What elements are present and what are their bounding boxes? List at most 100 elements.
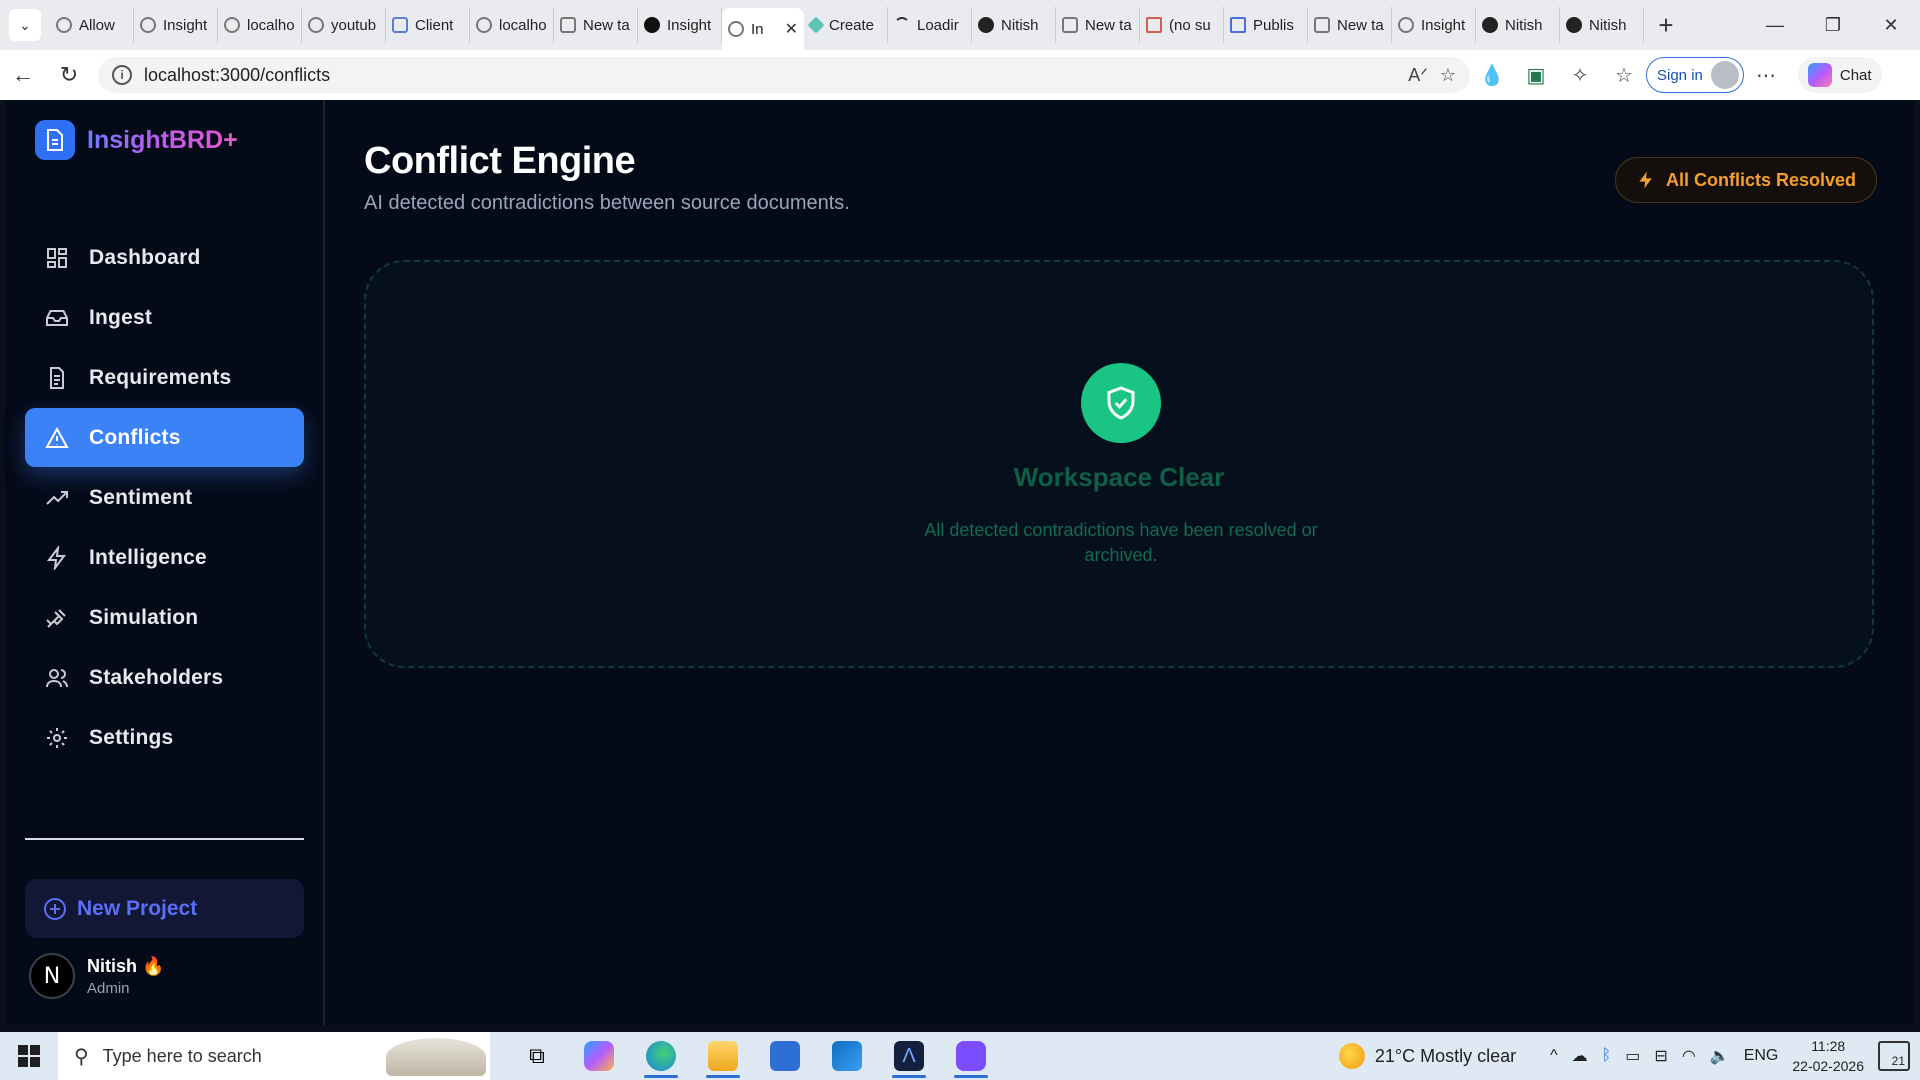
sidebar-item-label: Dashboard	[89, 245, 201, 269]
browser-tab[interactable]: (no su	[1140, 7, 1224, 43]
cloud-sync-icon[interactable]: ☁	[1572, 1046, 1588, 1066]
browser-tab[interactable]: New ta	[554, 7, 638, 43]
search-highlight-image	[386, 1038, 486, 1076]
url-text[interactable]: localhost:3000/conflicts	[144, 65, 1396, 86]
taskbar-search[interactable]: ⚲ Type here to search	[58, 1032, 490, 1080]
browser-tab[interactable]: Insight	[638, 7, 722, 43]
shield-favicon-icon	[392, 17, 408, 33]
outlook-icon[interactable]	[816, 1032, 878, 1080]
sidebar-item-requirements[interactable]: Requirements	[25, 348, 304, 407]
volume-icon[interactable]: 🔈	[1710, 1046, 1730, 1066]
browser-tab[interactable]: New ta	[1308, 7, 1392, 43]
start-button[interactable]	[0, 1045, 58, 1067]
copilot-chat-button[interactable]: Chat	[1797, 57, 1882, 93]
sidebar-item-stakeholders[interactable]: Stakeholders	[25, 648, 304, 707]
browser-tab[interactable]: Create	[804, 7, 888, 43]
new-project-button[interactable]: New Project	[25, 879, 304, 938]
gear-icon	[47, 727, 67, 748]
microsoft-store-icon[interactable]	[754, 1032, 816, 1080]
copilot-app-icon[interactable]	[568, 1032, 630, 1080]
sidebar-item-intelligence[interactable]: Intelligence	[25, 528, 304, 587]
browser-tab[interactable]: Nitish	[972, 7, 1056, 43]
sidebar-item-label: Stakeholders	[89, 665, 224, 689]
site-info-icon[interactable]: i	[112, 65, 132, 85]
browser-tab-active[interactable]: In ✕	[722, 8, 804, 50]
new-tab-button[interactable]: +	[1644, 10, 1688, 41]
browser-tab[interactable]: New ta	[1056, 7, 1140, 43]
sidebar-item-label: Conflicts	[89, 425, 181, 449]
read-aloud-icon[interactable]: Aᐟ	[1408, 65, 1428, 86]
warning-triangle-icon	[45, 426, 69, 448]
main-content: Conflict Engine AI detected contradictio…	[325, 100, 1915, 1025]
notifications-icon[interactable]: 21	[1878, 1041, 1910, 1071]
clock[interactable]: 11:28 22-02-2026	[1792, 1036, 1864, 1076]
brand[interactable]: InsightBRD+	[35, 120, 238, 160]
sidebar: InsightBRD+ Dashboard Ingest Requirement…	[5, 100, 325, 1025]
user-profile[interactable]: N Nitish 🔥 Admin	[29, 953, 164, 999]
tab-favicon-icon	[56, 17, 72, 33]
user-role: Admin	[87, 979, 130, 997]
brand-logo-icon	[35, 120, 75, 160]
close-tab-icon[interactable]: ✕	[785, 19, 798, 39]
sidebar-item-sentiment[interactable]: Sentiment	[25, 468, 304, 527]
wifi-icon[interactable]: ◠	[1682, 1046, 1696, 1066]
more-options-icon[interactable]: ⋯	[1744, 63, 1788, 88]
back-button[interactable]: ←	[0, 62, 46, 88]
browser-tab[interactable]: youtub	[302, 7, 386, 43]
sidebar-item-simulation[interactable]: Simulation	[25, 588, 304, 647]
minimize-icon[interactable]: —	[1746, 0, 1804, 50]
sidebar-item-ingest[interactable]: Ingest	[25, 288, 304, 347]
language-indicator[interactable]: ENG	[1744, 1047, 1779, 1065]
weather-widget[interactable]: 21°C Mostly clear	[1338, 1043, 1516, 1069]
inbox-icon	[46, 309, 68, 326]
code-editor-icon[interactable]: Λ	[878, 1032, 940, 1080]
tab-favicon-icon	[140, 17, 156, 33]
sidebar-item-settings[interactable]: Settings	[25, 708, 304, 767]
browser-tab[interactable]: localho	[218, 7, 302, 43]
bluetooth-icon[interactable]: ᛒ	[1602, 1047, 1612, 1065]
extension-nl-icon[interactable]: ▣	[1514, 63, 1558, 88]
address-bar[interactable]: i localhost:3000/conflicts Aᐟ ☆	[98, 57, 1470, 93]
browser-tab[interactable]: localho	[470, 7, 554, 43]
task-view-icon[interactable]: ⧉	[506, 1032, 568, 1080]
edge-browser-icon[interactable]	[630, 1032, 692, 1080]
trending-up-icon	[46, 490, 68, 505]
file-explorer-icon[interactable]	[692, 1032, 754, 1080]
show-hidden-icons-icon[interactable]: ^	[1550, 1047, 1558, 1065]
battery-icon[interactable]: ▭	[1625, 1046, 1640, 1066]
status-button-label: All Conflicts Resolved	[1665, 169, 1856, 190]
chat-app-icon[interactable]	[940, 1032, 1002, 1080]
browser-tab[interactable]: Publis	[1224, 7, 1308, 43]
all-conflicts-resolved-button[interactable]: All Conflicts Resolved	[1614, 157, 1877, 203]
diamond-favicon-icon	[807, 16, 825, 34]
tab-actions-button[interactable]: ⌄	[0, 0, 50, 50]
sidebar-item-dashboard[interactable]: Dashboard	[25, 228, 304, 287]
empty-state-title: Workspace Clear	[1013, 462, 1225, 492]
favorites-icon[interactable]: ☆	[1602, 63, 1646, 88]
extension-drop-icon[interactable]: 💧	[1470, 63, 1514, 88]
display-icon[interactable]: ⊟	[1654, 1046, 1667, 1066]
browser-tab[interactable]: Insight	[134, 7, 218, 43]
restore-icon[interactable]: ❐	[1804, 0, 1862, 50]
browser-tab[interactable]: Insight	[1392, 7, 1476, 43]
favorite-star-icon[interactable]: ☆	[1440, 65, 1456, 86]
publish-icon	[1230, 17, 1246, 33]
new-project-label: New Project	[77, 896, 198, 920]
chat-label: Chat	[1839, 66, 1872, 84]
sidebar-nav: Dashboard Ingest Requirements Conflicts …	[25, 228, 304, 768]
sign-in-label: Sign in	[1657, 66, 1703, 84]
browser-tab[interactable]: Client	[386, 7, 470, 43]
close-window-icon[interactable]: ✕	[1862, 0, 1920, 50]
browser-tab[interactable]: Nitish	[1476, 7, 1560, 43]
browser-tab[interactable]: Nitish	[1560, 7, 1644, 43]
document-icon	[50, 366, 64, 389]
sign-in-button[interactable]: Sign in	[1646, 57, 1744, 93]
browser-tab[interactable]: Allow	[50, 7, 134, 43]
sidebar-item-label: Settings	[89, 725, 174, 749]
extensions-icon[interactable]: ✧	[1558, 63, 1602, 88]
browser-tab-strip: ⌄ Allow Insight localho youtub Client lo…	[0, 0, 1920, 50]
browser-tab[interactable]: Loadir	[888, 7, 972, 43]
reload-button[interactable]: ↻	[46, 62, 92, 88]
github-icon	[1482, 17, 1498, 33]
sidebar-item-conflicts[interactable]: Conflicts	[25, 408, 304, 467]
